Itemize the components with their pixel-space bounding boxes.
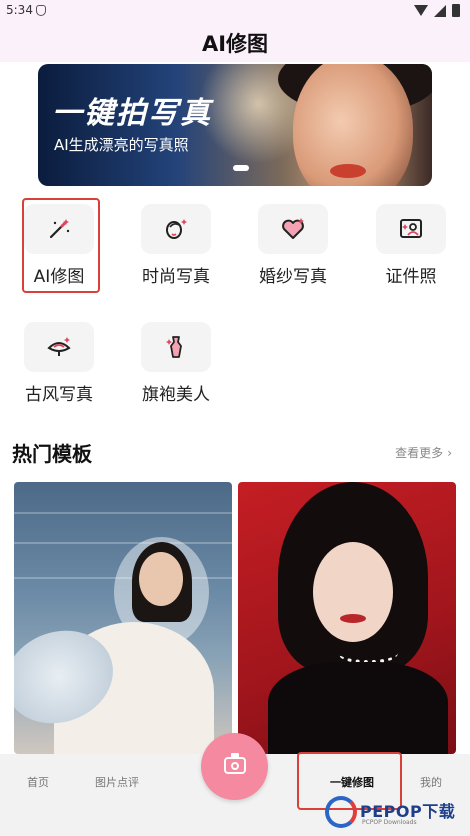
feature-id-photo[interactable]: 证件照 bbox=[361, 196, 461, 296]
feature-icon-box bbox=[141, 322, 211, 372]
template-card-bride[interactable] bbox=[14, 482, 232, 754]
feature-fashion-photo[interactable]: 时尚写真 bbox=[126, 196, 226, 296]
watermark: PEPOP下载 PCPOP Downloads bbox=[325, 794, 470, 836]
section-title: 热门模板 bbox=[12, 442, 92, 466]
feature-icon-box bbox=[24, 322, 94, 372]
feature-label: 旗袍美人 bbox=[142, 385, 210, 405]
feature-qipao-photo[interactable]: 旗袍美人 bbox=[126, 314, 226, 414]
nav-photo-review[interactable]: 图片点评 bbox=[95, 774, 139, 790]
banner-subtitle: AI生成漂亮的写真照 bbox=[54, 136, 189, 154]
wifi-icon bbox=[414, 5, 428, 16]
watermark-logo bbox=[325, 796, 357, 828]
camera-button[interactable] bbox=[201, 733, 268, 800]
heart-icon bbox=[282, 218, 304, 239]
banner-title: 一键拍写真 bbox=[52, 96, 212, 131]
view-more-label: 查看更多 bbox=[395, 446, 444, 460]
status-icons bbox=[414, 4, 460, 17]
carousel-indicator bbox=[233, 165, 249, 171]
feature-label: 古风写真 bbox=[25, 385, 93, 405]
feature-wedding-photo[interactable]: 婚纱写真 bbox=[243, 196, 343, 296]
chevron-right-icon: › bbox=[447, 446, 452, 460]
feature-icon-box bbox=[376, 204, 446, 254]
face-sparkle-icon bbox=[166, 219, 187, 239]
feature-label: 婚纱写真 bbox=[259, 267, 327, 287]
status-time: 5:34 bbox=[6, 3, 33, 17]
fan-icon bbox=[47, 337, 71, 356]
camera-icon bbox=[224, 757, 246, 774]
feature-label: 证件照 bbox=[385, 267, 437, 287]
promo-banner[interactable]: 一键拍写真 AI生成漂亮的写真照 bbox=[38, 64, 432, 186]
pearl-necklace bbox=[338, 642, 398, 664]
page-title: AI修图 bbox=[201, 32, 269, 56]
id-photo-icon bbox=[400, 219, 422, 238]
feature-label: 时尚写真 bbox=[142, 267, 210, 287]
portrait-dress bbox=[268, 662, 448, 754]
lake-ripple bbox=[14, 512, 232, 514]
feature-ancient-style-photo[interactable]: 古风写真 bbox=[9, 314, 109, 414]
camera-lens bbox=[231, 762, 239, 770]
bride-face bbox=[139, 552, 183, 606]
signal-icon bbox=[434, 4, 446, 17]
nav-mine[interactable]: 我的 bbox=[420, 774, 442, 790]
highlight-box-ai-retouch bbox=[22, 198, 100, 293]
portrait-face bbox=[313, 542, 393, 642]
app-header: AI修图 bbox=[0, 22, 470, 62]
view-more-link[interactable]: 查看更多 › bbox=[395, 444, 452, 461]
battery-icon bbox=[452, 4, 460, 17]
nav-home[interactable]: 首页 bbox=[27, 774, 49, 790]
lake-ripple bbox=[14, 542, 232, 544]
shield-icon bbox=[36, 5, 46, 16]
banner-model-lips bbox=[330, 164, 366, 178]
qipao-icon bbox=[166, 336, 182, 358]
feature-icon-box bbox=[141, 204, 211, 254]
status-bar: 5:34 bbox=[0, 0, 470, 22]
template-card-red-portrait[interactable] bbox=[238, 482, 456, 754]
portrait-lips bbox=[340, 614, 366, 623]
watermark-subtext: PCPOP Downloads bbox=[362, 819, 417, 826]
feature-icon-box bbox=[258, 204, 328, 254]
